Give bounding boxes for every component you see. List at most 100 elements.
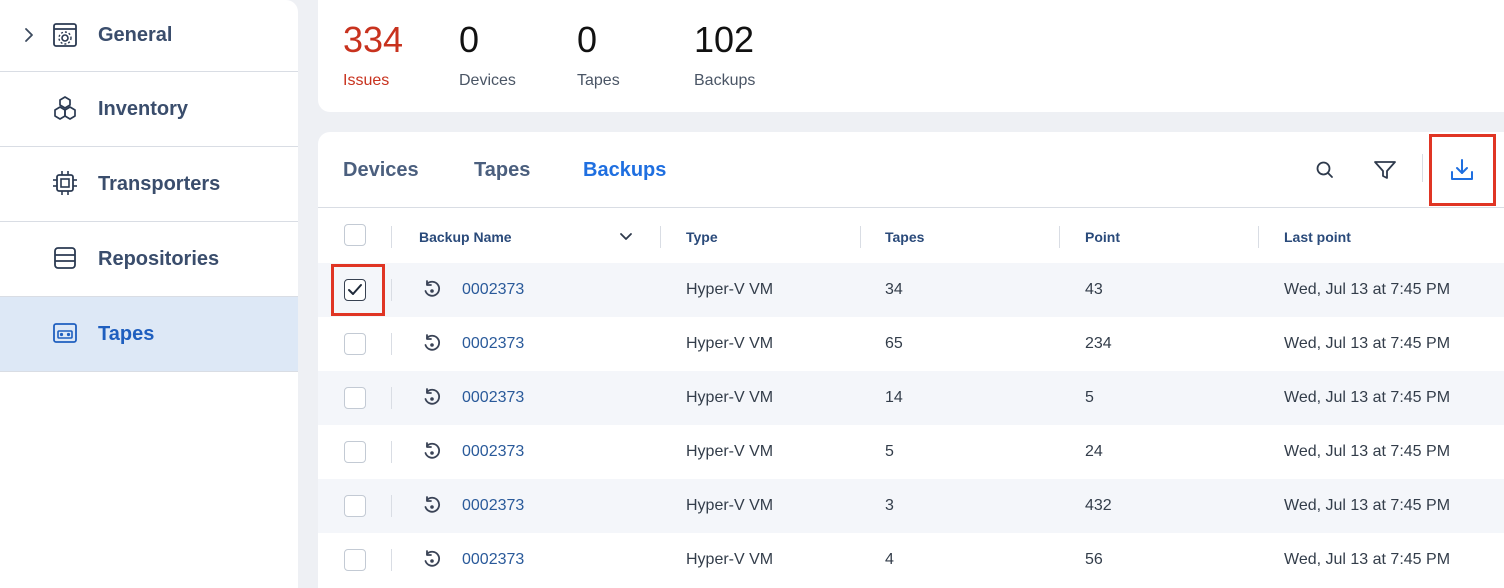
stats-summary: 334 Issues 0 Devices 0 Tapes 102 Backups [318, 0, 1504, 112]
table-row[interactable]: 0002373 Hyper-V VM 5 24 Wed, Jul 13 at 7… [318, 425, 1504, 479]
cubes-icon [54, 96, 76, 120]
column-divider [860, 226, 861, 248]
table-row[interactable]: 0002373 Hyper-V VM 3 432 Wed, Jul 13 at … [318, 479, 1504, 533]
restore-icon [424, 496, 441, 513]
stat-tapes[interactable]: 0 Tapes [577, 20, 620, 90]
column-header-tapes[interactable]: Tapes [885, 229, 924, 245]
point-cell: 24 [1085, 443, 1103, 460]
row-checkbox[interactable] [344, 333, 366, 355]
stat-issues[interactable]: 334 Issues [343, 20, 403, 90]
type-cell: Hyper-V VM [686, 551, 774, 568]
type-cell: Hyper-V VM [686, 281, 774, 298]
backup-name-link[interactable]: 0002373 [462, 389, 524, 407]
sidebar-item-label: Tapes [98, 322, 155, 345]
type-cell: Hyper-V VM [686, 389, 774, 406]
column-divider [391, 226, 392, 248]
stat-label: Issues [343, 72, 390, 89]
chevron-right-icon[interactable] [22, 26, 36, 44]
backup-name-link[interactable]: 0002373 [462, 335, 524, 353]
last-point-cell: Wed, Jul 13 at 7:45 PM [1284, 281, 1451, 298]
stat-value: 0 [459, 19, 480, 60]
table-row[interactable]: 0002373 Hyper-V VM 65 234 Wed, Jul 13 at… [318, 317, 1504, 371]
sidebar-item-inventory[interactable]: Inventory [0, 72, 298, 147]
tapes-cell: 5 [885, 443, 894, 460]
table-row[interactable]: 0002373 Hyper-V VM 34 43 Wed, Jul 13 at … [318, 263, 1504, 317]
tapes-cell: 14 [885, 389, 903, 406]
row-divider [391, 549, 392, 571]
export-highlight-box [1429, 134, 1496, 206]
column-header-point[interactable]: Point [1085, 229, 1120, 245]
sidebar-item-label: Inventory [98, 97, 189, 120]
sidebar: General Inventory Transporters Repositor… [0, 0, 298, 588]
last-point-cell: Wed, Jul 13 at 7:45 PM [1284, 443, 1451, 460]
tab-devices[interactable]: Devices [343, 159, 419, 182]
stat-value: 334 [343, 19, 404, 60]
table-header: Backup Name Type Tapes Point Last point [318, 209, 1504, 263]
backup-name-link[interactable]: 0002373 [462, 281, 524, 299]
sidebar-item-repositories[interactable]: Repositories [0, 222, 298, 297]
column-divider [1059, 226, 1060, 248]
backup-name-link[interactable]: 0002373 [462, 443, 524, 461]
column-header-backup-name[interactable]: Backup Name [419, 229, 512, 245]
tapes-cell: 34 [885, 281, 903, 298]
toolbar-divider [1422, 154, 1423, 182]
select-all-checkbox[interactable] [344, 224, 366, 246]
checkbox-highlight-box [331, 264, 385, 316]
point-cell: 432 [1085, 497, 1112, 514]
row-checkbox[interactable] [344, 387, 366, 409]
tape-icon [53, 323, 77, 343]
sidebar-item-label: General [98, 24, 173, 46]
backup-name-link[interactable]: 0002373 [462, 497, 524, 515]
row-divider [391, 333, 392, 355]
type-cell: Hyper-V VM [686, 497, 774, 514]
chevron-down-icon[interactable] [618, 229, 634, 245]
stat-label: Tapes [577, 72, 620, 89]
tapes-cell: 3 [885, 497, 894, 514]
search-icon[interactable] [1311, 156, 1339, 184]
restore-icon [424, 442, 441, 459]
last-point-cell: Wed, Jul 13 at 7:45 PM [1284, 551, 1451, 568]
chip-icon [53, 171, 77, 195]
app-root: General Inventory Transporters Repositor… [0, 0, 1504, 588]
row-divider [391, 495, 392, 517]
tab-bar: Devices Tapes Backups [318, 132, 1504, 208]
row-checkbox[interactable] [344, 549, 366, 571]
row-checkbox[interactable] [344, 441, 366, 463]
restore-icon [424, 550, 441, 567]
sidebar-item-tapes[interactable]: Tapes [0, 297, 298, 372]
general-settings-icon [53, 23, 77, 47]
last-point-cell: Wed, Jul 13 at 7:45 PM [1284, 335, 1451, 352]
type-cell: Hyper-V VM [686, 443, 774, 460]
restore-icon [424, 334, 441, 351]
column-header-last-point[interactable]: Last point [1284, 229, 1351, 245]
stat-value: 102 [694, 19, 755, 60]
sidebar-item-general[interactable]: General [0, 0, 298, 72]
tapes-cell: 65 [885, 335, 903, 352]
column-header-type[interactable]: Type [686, 229, 718, 245]
stat-value: 0 [577, 19, 598, 60]
sidebar-item-transporters[interactable]: Transporters [0, 147, 298, 222]
backups-panel: Devices Tapes Backups Backup Name Type T… [318, 132, 1504, 588]
stat-devices[interactable]: 0 Devices [459, 20, 516, 90]
last-point-cell: Wed, Jul 13 at 7:45 PM [1284, 389, 1451, 406]
stat-backups[interactable]: 102 Backups [694, 20, 755, 90]
column-divider [660, 226, 661, 248]
filter-icon[interactable] [1371, 156, 1399, 184]
point-cell: 5 [1085, 389, 1094, 406]
row-divider [391, 441, 392, 463]
tab-backups[interactable]: Backups [583, 159, 666, 182]
backup-name-link[interactable]: 0002373 [462, 551, 524, 569]
table-row[interactable]: 0002373 Hyper-V VM 14 5 Wed, Jul 13 at 7… [318, 371, 1504, 425]
stat-label: Backups [694, 72, 756, 89]
row-checkbox[interactable] [344, 495, 366, 517]
tab-tapes[interactable]: Tapes [474, 159, 530, 182]
restore-icon [424, 280, 441, 297]
table-row[interactable]: 0002373 Hyper-V VM 4 56 Wed, Jul 13 at 7… [318, 533, 1504, 587]
sidebar-item-label: Repositories [98, 247, 220, 270]
restore-icon [424, 388, 441, 405]
sidebar-item-label: Transporters [98, 172, 221, 195]
database-icon [54, 247, 76, 269]
stat-label: Devices [459, 72, 516, 89]
row-divider [391, 279, 392, 301]
point-cell: 234 [1085, 335, 1112, 352]
